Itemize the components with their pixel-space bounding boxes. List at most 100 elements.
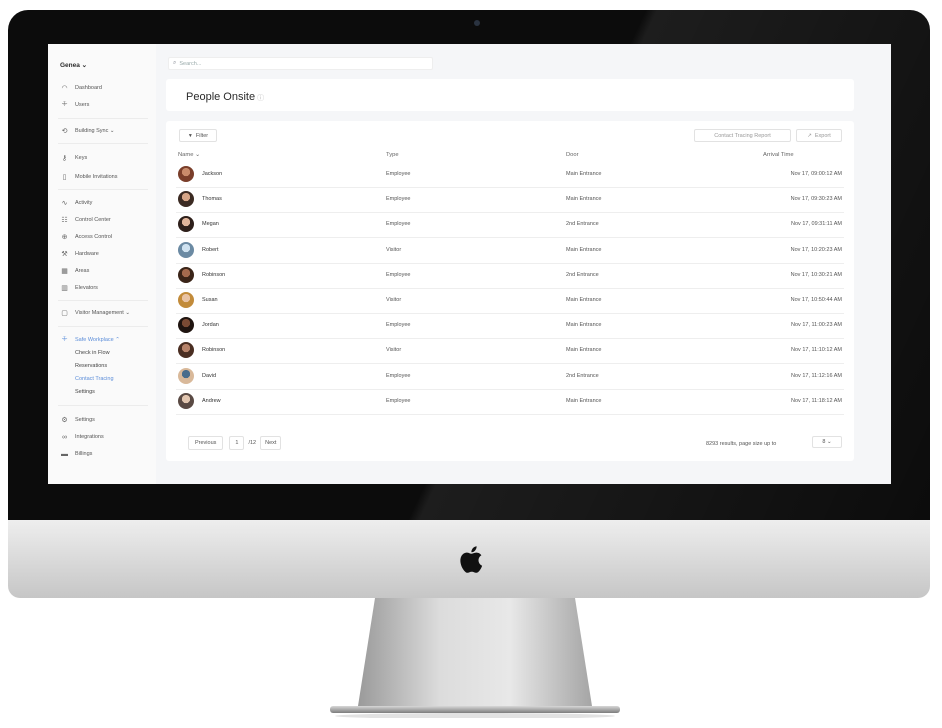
results-count: 8293 results, page size up to — [706, 441, 777, 447]
column-header-arrival-time: Arrival Time — [763, 152, 794, 158]
sidebar-item-safe-workplace[interactable]: ꔰ Safe Workplace ⌃ — [60, 336, 120, 344]
sidebar-item-control-center[interactable]: ☷ Control Center — [60, 216, 111, 224]
imac-stand — [330, 598, 620, 718]
avatar — [178, 216, 194, 233]
divider — [58, 405, 148, 406]
divider — [58, 326, 148, 327]
sidebar-item-label: Settings — [75, 417, 95, 423]
app-screen: Genea ⌄ ◠ Dashboard ꔰ Users ⟲ Building S… — [48, 44, 891, 484]
sidebar-item-building-sync[interactable]: ⟲ Building Sync ⌄ — [60, 127, 115, 135]
contact-tracing-report-button[interactable]: Contact Tracing Report — [694, 129, 791, 142]
wrench-icon: ⚒ — [61, 251, 68, 258]
cell-type: Employee — [386, 322, 411, 329]
cell-type: Employee — [386, 171, 411, 177]
export-icon: ↗ — [807, 132, 812, 139]
sidebar-item-label: Areas — [75, 268, 90, 274]
subnav-check-in-flow[interactable]: Check in Flow — [75, 350, 110, 356]
cell-type: Employee — [386, 271, 411, 278]
avatar — [178, 266, 194, 283]
cell-type: Employee — [386, 221, 411, 228]
divider — [58, 189, 148, 190]
visitor-icon: ▢ — [61, 310, 68, 317]
sidebar-item-label: Building Sync ⌄ — [75, 128, 115, 134]
cell-door: 2nd Entrance — [566, 372, 599, 379]
table-row[interactable]: Susan Visitor Main Entrance Nov 17, 10:50:4… — [176, 288, 844, 314]
export-button[interactable]: ↗ Export — [796, 129, 842, 142]
cell-type: Employee — [386, 372, 411, 379]
cell-door: 2nd Entrance — [566, 271, 599, 278]
avatar — [178, 241, 194, 258]
subnav-contact-tracing[interactable]: Contact Tracing — [75, 376, 114, 382]
sidebar-item-integrations[interactable]: ∞ Integrations — [60, 433, 104, 441]
export-label: Export — [814, 132, 831, 139]
cell-name: Megan — [202, 221, 219, 228]
next-button[interactable]: Next — [260, 436, 282, 450]
dashboard-icon: ◠ — [61, 85, 68, 92]
sidebar-item-label: Billings — [75, 451, 93, 457]
sidebar-item-elevators[interactable]: ▥ Elevators — [60, 284, 98, 292]
table-row[interactable]: Andrew Employee Main Entrance Nov 17, 11:18… — [176, 389, 844, 415]
table-row[interactable]: Robinson Employee 2nd Entrance Nov 17, 10:3… — [176, 263, 844, 289]
subnav-reservations[interactable]: Reservations — [75, 363, 107, 369]
page-number-input[interactable]: 1 — [229, 436, 245, 450]
sidebar-item-dashboard[interactable]: ◠ Dashboard — [60, 84, 102, 92]
elevator-icon: ▥ — [61, 285, 68, 292]
cell-arrival-time: Nov 17, 09:31:11 AM — [791, 221, 842, 228]
card-icon: ▬ — [61, 450, 68, 458]
pagination: Previous 1 /12 Next — [188, 436, 282, 450]
cell-arrival-time: Nov 17, 11:12:16 AM — [791, 372, 842, 379]
camera-dot — [474, 20, 480, 26]
sidebar-item-settings[interactable]: ⚙ Settings — [60, 416, 95, 424]
cell-arrival-time: Nov 17, 09:00:12 AM — [790, 171, 842, 177]
filter-button[interactable]: ▼ Filter — [179, 129, 217, 142]
column-header-name[interactable]: Name ⌄ — [178, 152, 200, 158]
page-title-text: People Onsite — [186, 91, 256, 103]
table-row[interactable]: Robert Visitor Main Entrance Nov 17, 10:20:… — [176, 238, 844, 264]
sidebar-item-label: Mobile Invitations — [75, 174, 118, 180]
sidebar-item-label: Safe Workplace ⌃ — [75, 337, 120, 343]
apple-logo-icon — [460, 546, 483, 573]
cell-arrival-time: Nov 17, 11:00:23 AM — [791, 322, 842, 329]
cell-door: Main Entrance — [566, 297, 602, 303]
previous-button[interactable]: Previous — [188, 436, 224, 450]
sidebar-item-label: Users — [75, 102, 90, 108]
table-row[interactable]: David Employee 2nd Entrance Nov 17, 11:12:1… — [176, 364, 844, 390]
table-row[interactable]: Megan Employee 2nd Entrance Nov 17, 09:31:1… — [176, 212, 844, 239]
sidebar-item-access-control[interactable]: ⊕ Access Control — [60, 233, 112, 241]
sidebar-item-activity[interactable]: ∿ Activity — [60, 199, 93, 207]
sidebar-item-billings[interactable]: ▬ Billings — [60, 450, 92, 458]
key-icon: ⚷ — [61, 155, 68, 162]
avatar — [178, 317, 194, 334]
table-row[interactable]: Thomas Employee Main Entrance Nov 17, 09:30… — [176, 187, 844, 214]
filter-label: Filter — [195, 132, 209, 139]
gear-icon: ⚙ — [61, 417, 68, 424]
page-size-select[interactable]: 8 ⌄ — [812, 436, 842, 448]
sidebar-item-areas[interactable]: ▦ Areas — [60, 267, 89, 275]
users-icon: ꔰ — [61, 101, 68, 108]
page-title: People Onsite ⓘ — [186, 91, 264, 103]
sidebar-item-hardware[interactable]: ⚒ Hardware — [60, 250, 98, 258]
avatar — [178, 191, 194, 208]
search-input[interactable]: ⌕ Search... — [168, 57, 433, 70]
sidebar-item-mobile-invitations[interactable]: ▯ Mobile Invitations — [60, 173, 118, 181]
org-switcher[interactable]: Genea ⌄ — [60, 61, 87, 69]
sidebar-item-users[interactable]: ꔰ Users — [60, 101, 89, 109]
cell-name: Jackson — [202, 171, 223, 177]
lock-icon: ⊕ — [61, 234, 68, 241]
sidebar-item-label: Control Center — [75, 217, 111, 223]
cell-name: Robinson — [202, 271, 226, 278]
subnav-settings[interactable]: Settings — [75, 389, 95, 395]
table-row[interactable]: Jackson Employee Main Entrance Nov 17, 09:0… — [176, 162, 844, 188]
page-header: People Onsite ⓘ — [166, 79, 854, 111]
cell-name: David — [202, 372, 217, 379]
table-row[interactable]: Robinson Visitor Main Entrance Nov 17, 11:1… — [176, 338, 844, 365]
cell-arrival-time: Nov 17, 11:18:12 AM — [791, 397, 842, 404]
sidebar-item-keys[interactable]: ⚷ Keys — [60, 154, 87, 162]
table-row[interactable]: Jordan Employee Main Entrance Nov 17, 11:00… — [176, 313, 844, 340]
sidebar-item-visitor-management[interactable]: ▢ Visitor Management ⌄ — [60, 309, 130, 317]
cell-type: Employee — [386, 397, 411, 404]
sidebar-item-label: Integrations — [75, 434, 104, 440]
sidebar-item-label: Dashboard — [75, 85, 102, 91]
info-icon[interactable]: ⓘ — [257, 95, 264, 102]
cell-name: Jordan — [202, 322, 219, 329]
